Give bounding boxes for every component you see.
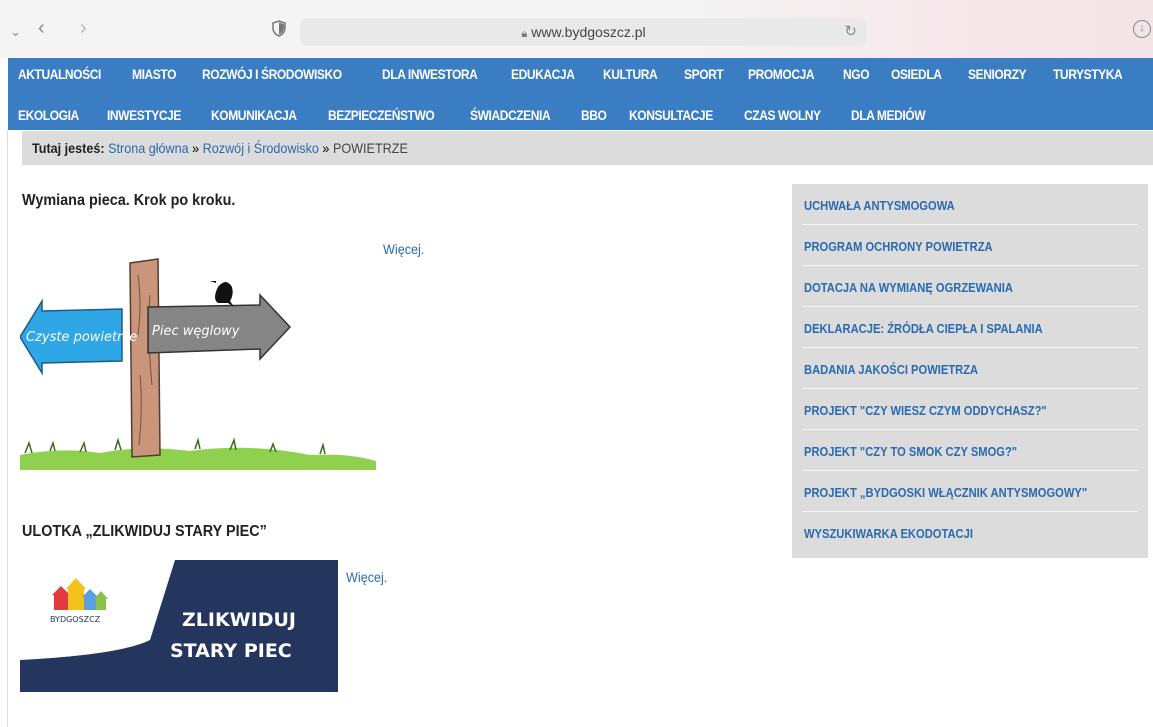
breadcrumb-separator: »: [322, 140, 330, 156]
nav-item-2[interactable]: ROZWÓJ I ŚRODOWISKO: [202, 66, 342, 83]
zlikwiduj-banner-image[interactable]: ZLIKWIDUJ STARY PIEC BYDGOSZCZ: [20, 560, 338, 692]
breadcrumb-home-link[interactable]: Strona główna: [108, 140, 189, 156]
nav-item-6[interactable]: SPORT: [684, 66, 724, 83]
nav-item-4[interactable]: EDUKACJA: [511, 66, 575, 83]
sidebar-link-4[interactable]: BADANIA JAKOŚCI POWIETRZA: [802, 348, 1138, 389]
sidebar-link-label: WYSZUKIWARKA EKODOTACJI: [804, 526, 973, 541]
banner-line-1: ZLIKWIDUJ: [182, 609, 296, 631]
nav-item-15[interactable]: BEZPIECZEŃSTWO: [328, 107, 435, 124]
banner-line-2: STARY PIEC: [170, 640, 292, 662]
sidebar-link-label: BADANIA JAKOŚCI POWIETRZA: [804, 362, 979, 377]
address-bar[interactable]: 🔒︎ www.bydgoszcz.pl ↻: [300, 18, 867, 46]
sidebar-link-label: PROJEKT "CZY WIESZ CZYM ODDYCHASZ?": [804, 403, 1047, 418]
article-title-stove[interactable]: Wymiana pieca. Krok po kroku.: [22, 192, 259, 210]
privacy-shield-icon[interactable]: [272, 20, 286, 37]
sidebar-link-0[interactable]: UCHWAŁA ANTYSMOGOWA: [802, 184, 1138, 225]
sidebar-link-3[interactable]: DEKLARACJE: ŹRÓDŁA CIEPŁA I SPALANIA: [802, 307, 1138, 348]
breadcrumb: Tutaj jesteś: Strona główna » Rozwój i Ś…: [22, 131, 1153, 165]
nav-item-19[interactable]: CZAS WOLNY: [744, 107, 821, 124]
nav-item-3[interactable]: DLA INWESTORA: [382, 66, 478, 83]
breadcrumb-label: Tutaj jesteś:: [32, 140, 105, 156]
breadcrumb-section-link[interactable]: Rozwój i Środowisko: [203, 140, 319, 156]
nav-item-16[interactable]: ŚWIADCZENIA: [470, 107, 551, 124]
sidebar-link-label: PROJEKT „BYDGOSKI WŁĄCZNIK ANTYSMOGOWY": [804, 485, 1088, 500]
nav-item-11[interactable]: TURYSTYKA: [1053, 66, 1123, 83]
sign-left-text: Czyste powietrze: [26, 330, 137, 345]
nav-item-9[interactable]: OSIEDLA: [891, 66, 942, 83]
nav-item-1[interactable]: MIASTO: [132, 66, 176, 83]
main-navigation: AKTUALNOŚCI MIASTO ROZWÓJ I ŚRODOWISKO DLA …: [8, 58, 1153, 130]
read-more-link[interactable]: Więcej.: [346, 569, 392, 585]
breadcrumb-separator: »: [192, 140, 200, 156]
breadcrumb-current: POWIETRZE: [332, 140, 408, 156]
signpost-image[interactable]: Czyste powietrze Piec węglowy: [20, 255, 376, 470]
nav-item-0[interactable]: AKTUALNOŚCI: [18, 66, 101, 83]
nav-item-7[interactable]: PROMOCJA: [748, 66, 815, 83]
read-more-link[interactable]: Więcej.: [383, 241, 429, 257]
sidebar-link-label: UCHWAŁA ANTYSMOGOWA: [804, 198, 955, 213]
sidebar-link-label: DEKLARACJE: ŹRÓDŁA CIEPŁA I SPALANIA: [804, 321, 1043, 336]
nav-item-18[interactable]: KONSULTACJE: [629, 107, 713, 124]
logo-text: BYDGOSZCZ: [50, 615, 101, 624]
sidebar-link-label: PROJEKT "CZY TO SMOK CZY SMOG?": [804, 444, 1018, 459]
nav-item-5[interactable]: KULTURA: [603, 66, 658, 83]
sidebar-link-2[interactable]: DOTACJA NA WYMIANĘ OGRZEWANIA: [802, 266, 1138, 307]
sidebar-link-7[interactable]: PROJEKT „BYDGOSKI WŁĄCZNIK ANTYSMOGOWY": [802, 471, 1138, 512]
nav-item-20[interactable]: DLA MEDIÓW: [851, 107, 926, 124]
sidebar-link-1[interactable]: PROGRAM OCHRONY POWIETRZA: [802, 225, 1138, 266]
download-icon[interactable]: ↓: [1133, 20, 1151, 38]
lock-icon: 🔒︎: [521, 28, 528, 40]
reload-icon[interactable]: ↻: [844, 22, 857, 40]
nav-item-10[interactable]: SENIORZY: [968, 66, 1027, 83]
forward-arrow-icon[interactable]: ›: [80, 18, 87, 38]
sidebar-menu: UCHWAŁA ANTYSMOGOWA PROGRAM OCHRONY POWIE…: [792, 184, 1148, 558]
article-title-leaflet[interactable]: ULOTKA „ZLIKWIDUJ STARY PIEC”: [22, 523, 294, 541]
browser-toolbar: ⌄ ‹ › 🔒︎ www.bydgoszcz.pl ↻ ↓: [0, 0, 1153, 58]
nav-item-8[interactable]: NGO: [843, 66, 870, 83]
back-arrow-icon[interactable]: ‹: [38, 18, 45, 38]
sign-right-text: Piec węglowy: [152, 324, 240, 339]
sidebar-link-8[interactable]: WYSZUKIWARKA EKODOTACJI: [802, 512, 1138, 553]
url-text: www.bydgoszcz.pl: [531, 24, 646, 40]
nav-item-13[interactable]: INWESTYCJE: [107, 107, 181, 124]
sidebar-link-label: DOTACJA NA WYMIANĘ OGRZEWANIA: [804, 280, 1013, 295]
nav-item-14[interactable]: KOMUNIKACJA: [211, 107, 297, 124]
nav-item-17[interactable]: BBO: [581, 107, 607, 124]
sidebar-link-6[interactable]: PROJEKT "CZY TO SMOK CZY SMOG?": [802, 430, 1138, 471]
sidebar-link-5[interactable]: PROJEKT "CZY WIESZ CZYM ODDYCHASZ?": [802, 389, 1138, 430]
sidebar-link-label: PROGRAM OCHRONY POWIETRZA: [804, 239, 993, 254]
content-border: [7, 130, 8, 727]
tab-overview-chevron-icon[interactable]: ⌄: [10, 22, 21, 42]
nav-item-12[interactable]: EKOLOGIA: [18, 107, 79, 124]
